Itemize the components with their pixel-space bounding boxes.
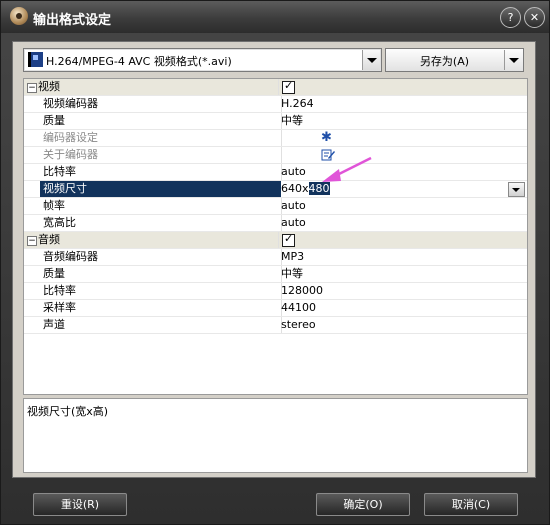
property-row[interactable]: 编码器设定 ✱ [24, 130, 527, 147]
property-row[interactable]: 帧率 auto [24, 198, 527, 215]
property-value[interactable]: auto [281, 215, 306, 231]
property-row[interactable]: 质量 中等 [24, 113, 527, 130]
property-value[interactable]: MP3 [281, 249, 304, 265]
format-dropdown-value: H.264/MPEG-4 AVC 视频格式(*.avi) [46, 55, 232, 68]
property-value[interactable]: auto [281, 164, 306, 180]
save-as-button[interactable]: 另存为(A) [385, 48, 524, 72]
property-name: 视频尺寸 [40, 181, 282, 197]
property-row[interactable]: 宽高比 auto [24, 215, 527, 232]
property-value[interactable]: auto [281, 198, 306, 214]
close-icon[interactable]: ✕ [524, 7, 545, 28]
property-grid: − 视频 视频编码器 H.264 质量 中等 编码器设定 ✱ 关于编码器 [23, 78, 528, 395]
property-row[interactable]: 关于编码器 [24, 147, 527, 164]
property-row[interactable]: 音频编码器 MP3 [24, 249, 527, 266]
property-value[interactable]: 128000 [281, 283, 323, 299]
chevron-down-icon[interactable] [504, 50, 522, 70]
property-row[interactable]: 质量 中等 [24, 266, 527, 283]
property-name: 音频编码器 [40, 249, 282, 265]
video-size-input[interactable]: 640x480 [281, 181, 515, 197]
property-row[interactable]: 采样率 44100 [24, 300, 527, 317]
gear-icon[interactable]: ✱ [321, 131, 335, 145]
app-logo-icon [10, 7, 28, 25]
ok-button[interactable]: 确定(O) [316, 493, 410, 516]
help-icon[interactable]: ? [500, 7, 521, 28]
description-text: 视频尺寸(宽x高) [27, 405, 109, 418]
category-row-video[interactable]: − 视频 [24, 79, 527, 96]
property-name: 视频编码器 [40, 96, 282, 112]
property-row[interactable]: 视频编码器 H.264 [24, 96, 527, 113]
cancel-button[interactable]: 取消(C) [424, 493, 518, 516]
format-toolbar: H.264/MPEG-4 AVC 视频格式(*.avi) 另存为(A) [23, 48, 527, 72]
property-row[interactable]: 声道 stereo [24, 317, 527, 334]
chevron-down-icon[interactable] [508, 182, 525, 197]
dialog-content: H.264/MPEG-4 AVC 视频格式(*.avi) 另存为(A) − 视频… [12, 41, 536, 478]
property-value[interactable]: stereo [281, 317, 316, 333]
video-enable-checkbox[interactable] [282, 79, 295, 94]
film-icon [28, 52, 43, 67]
property-value[interactable]: H.264 [281, 96, 314, 112]
audio-enable-checkbox[interactable] [282, 232, 295, 247]
annotation-arrow-icon [322, 156, 372, 182]
property-value[interactable]: 44100 [281, 300, 316, 316]
reset-button[interactable]: 重设(R) [33, 493, 127, 516]
property-name: 关于编码器 [40, 147, 282, 163]
property-name: 帧率 [40, 198, 282, 214]
property-name: 声道 [40, 317, 282, 333]
format-dropdown[interactable]: H.264/MPEG-4 AVC 视频格式(*.avi) [23, 48, 382, 72]
property-row-selected[interactable]: 视频尺寸 640x480 [24, 181, 527, 198]
category-row-audio[interactable]: − 音频 [24, 232, 527, 249]
property-name: 比特率 [40, 283, 282, 299]
property-value[interactable]: 中等 [281, 266, 303, 282]
property-row[interactable]: 比特率 128000 [24, 283, 527, 300]
chevron-down-icon[interactable] [362, 50, 380, 70]
property-row[interactable]: 比特率 auto [24, 164, 527, 181]
property-name: 编码器设定 [40, 130, 282, 146]
description-panel: 视频尺寸(宽x高) [23, 398, 528, 473]
save-as-label: 另存为(A) [419, 55, 470, 68]
property-name: 采样率 [40, 300, 282, 316]
input-text: 640x [281, 182, 309, 195]
category-label: 视频 [24, 79, 279, 95]
title-bar[interactable]: 输出格式设定 ? ✕ [1, 1, 549, 33]
window-title: 输出格式设定 [33, 13, 112, 28]
property-name: 宽高比 [40, 215, 282, 231]
category-label: 音频 [24, 232, 279, 248]
property-value[interactable]: 中等 [281, 113, 303, 129]
property-name: 质量 [40, 266, 282, 282]
property-name: 比特率 [40, 164, 282, 180]
property-name: 质量 [40, 113, 282, 129]
output-format-dialog: 输出格式设定 ? ✕ H.264/MPEG-4 AVC 视频格式(*.avi) … [0, 0, 550, 525]
